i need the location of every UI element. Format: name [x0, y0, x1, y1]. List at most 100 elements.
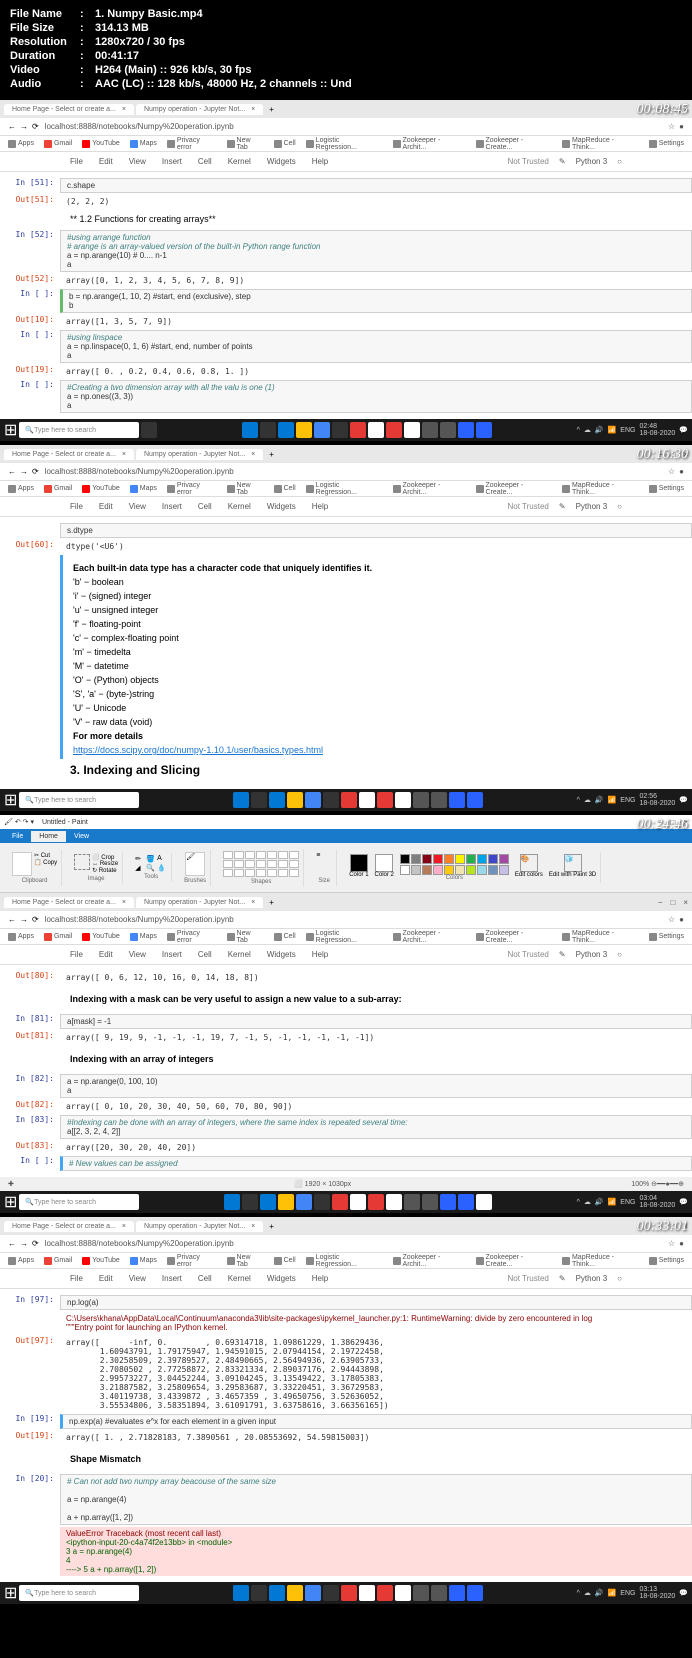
close-icon[interactable]: × [683, 898, 688, 907]
app-icon[interactable] [260, 1194, 276, 1210]
menu-widgets[interactable]: Widgets [267, 157, 296, 166]
bookmark[interactable]: Logistic Regression... [306, 482, 383, 496]
app-icon[interactable] [458, 422, 474, 438]
menu-view[interactable]: View [129, 1274, 146, 1283]
system-tray[interactable]: ^☁🔊📶ENG 02:5618-08-2020 💬 [577, 793, 688, 807]
app-icon[interactable] [233, 792, 249, 808]
menu-kernel[interactable]: Kernel [228, 502, 251, 511]
bookmark-mr[interactable]: MapReduce - Think... [562, 137, 639, 151]
trust-indicator[interactable]: Not Trusted [508, 950, 549, 959]
ribbon-shapes[interactable]: Shapes [219, 849, 304, 887]
app-icon[interactable] [386, 422, 402, 438]
menu-help[interactable]: Help [312, 502, 328, 511]
bookmark-youtube[interactable]: YouTube [82, 140, 120, 148]
forward-icon[interactable]: → [20, 915, 28, 924]
menu-view[interactable]: View [129, 950, 146, 959]
code-cell[interactable]: a = np.arange(0, 100, 10)a [60, 1074, 692, 1098]
bookmark[interactable]: Apps [8, 933, 34, 941]
star-icon[interactable]: ☆ [668, 915, 675, 924]
app-icon[interactable] [260, 422, 276, 438]
bookmark[interactable]: Maps [130, 485, 157, 493]
ribbon-brushes[interactable]: 🖌 Brushes [180, 850, 211, 886]
menu-view[interactable]: View [129, 502, 146, 511]
app-icon[interactable] [431, 792, 447, 808]
app-icon[interactable] [368, 422, 384, 438]
new-tab-button[interactable]: + [265, 898, 278, 907]
app-icon[interactable] [350, 1194, 366, 1210]
app-icon[interactable] [287, 1585, 303, 1601]
app-icon[interactable] [314, 422, 330, 438]
menu-help[interactable]: Help [312, 157, 328, 166]
menu-file[interactable]: File [70, 157, 83, 166]
bookmark[interactable]: YouTube [82, 933, 120, 941]
bookmark-newtab[interactable]: New Tab [227, 137, 264, 151]
app-icon[interactable] [341, 1585, 357, 1601]
menu-kernel[interactable]: Kernel [228, 1274, 251, 1283]
code-cell[interactable]: np.log(a) [60, 1295, 692, 1310]
bookmark[interactable]: Privacy error [167, 482, 217, 496]
star-icon[interactable]: ☆ [668, 1239, 675, 1248]
system-tray[interactable]: ^☁🔊📶ENG 02:4818-08-2020 💬 [577, 423, 688, 437]
taskview-icon[interactable] [141, 422, 157, 438]
bookmark[interactable]: Cell [274, 933, 296, 941]
app-icon[interactable] [377, 1585, 393, 1601]
profile-icon[interactable]: ● [679, 122, 684, 131]
menu-insert[interactable]: Insert [162, 950, 182, 959]
menu-cell[interactable]: Cell [198, 950, 212, 959]
bookmark[interactable]: Zookeeper - Archit... [393, 1254, 466, 1268]
app-icon[interactable] [476, 1194, 492, 1210]
app-icon[interactable] [458, 1194, 474, 1210]
forward-icon[interactable]: → [20, 1239, 28, 1248]
code-cell[interactable]: a[mask] = -1 [60, 1014, 692, 1029]
new-tab-button[interactable]: + [265, 1222, 278, 1231]
start-icon[interactable]: ⊞ [4, 420, 17, 440]
new-tab-button[interactable]: + [265, 450, 278, 459]
bookmark-maps[interactable]: Maps [130, 140, 157, 148]
app-icon[interactable] [386, 1194, 402, 1210]
app-icon[interactable] [368, 1194, 384, 1210]
notification-icon[interactable]: 💬 [679, 1589, 688, 1597]
code-cell[interactable]: # Can not add two numpy array beacouse o… [60, 1474, 692, 1525]
system-tray[interactable]: ^☁🔊📶ENG 03:0418-08-2020 💬 [577, 1195, 688, 1209]
bookmark[interactable]: Cell [274, 1257, 296, 1265]
app-icon[interactable] [440, 1194, 456, 1210]
system-tray[interactable]: ^☁🔊📶ENG 03:1318-08-2020 💬 [577, 1586, 688, 1600]
app-icon[interactable] [413, 1585, 429, 1601]
app-icon[interactable] [323, 792, 339, 808]
bookmark[interactable]: Logistic Regression... [306, 930, 383, 944]
app-icon[interactable] [395, 1585, 411, 1601]
tab-home[interactable]: Home Page - Select or create a...× [4, 1221, 134, 1232]
bookmark-logistic[interactable]: Logistic Regression... [306, 137, 383, 151]
ribbon-image[interactable]: ⬜ Crop↔ Resize↻ Rotate Image [70, 852, 123, 884]
tab-home[interactable]: Home Page - Select or create a...× [4, 897, 134, 908]
app-icon[interactable] [296, 1194, 312, 1210]
app-icon[interactable] [296, 422, 312, 438]
bookmark[interactable]: Cell [274, 485, 296, 493]
app-icon[interactable] [287, 792, 303, 808]
star-icon[interactable]: ☆ [668, 122, 675, 131]
bookmark-gmail[interactable]: Gmail [44, 140, 72, 148]
app-icon[interactable] [359, 792, 375, 808]
bookmark[interactable]: Apps [8, 485, 34, 493]
ribbon-tools[interactable]: ✏🪣A◢🔍💧 Tools [131, 853, 172, 882]
menu-insert[interactable]: Insert [162, 1274, 182, 1283]
new-tab-button[interactable]: + [265, 105, 278, 114]
forward-icon[interactable]: → [20, 122, 28, 131]
bookmark[interactable]: YouTube [82, 485, 120, 493]
edit-icon[interactable]: ✎ [559, 950, 566, 959]
bookmark-zk2[interactable]: Zookeeper - Create... [476, 137, 552, 151]
app-icon[interactable] [278, 422, 294, 438]
tab-home[interactable]: Home Page - Select or create a...× [4, 104, 134, 115]
minimize-icon[interactable]: − [658, 898, 663, 907]
tab-numpy[interactable]: Numpy operation - Jupyter Not...× [136, 104, 263, 115]
back-icon[interactable]: ← [8, 467, 16, 476]
menu-edit[interactable]: Edit [99, 502, 113, 511]
forward-icon[interactable]: → [20, 467, 28, 476]
app-icon[interactable] [224, 1194, 240, 1210]
notification-icon[interactable]: 💬 [679, 426, 688, 434]
app-icon[interactable] [332, 422, 348, 438]
code-cell[interactable]: #using arrange function# arange is an ar… [60, 230, 692, 272]
code-cell[interactable]: b = np.arange(1, 10, 2) #start, end (exc… [60, 289, 692, 313]
app-icon[interactable] [422, 422, 438, 438]
app-icon[interactable] [341, 792, 357, 808]
